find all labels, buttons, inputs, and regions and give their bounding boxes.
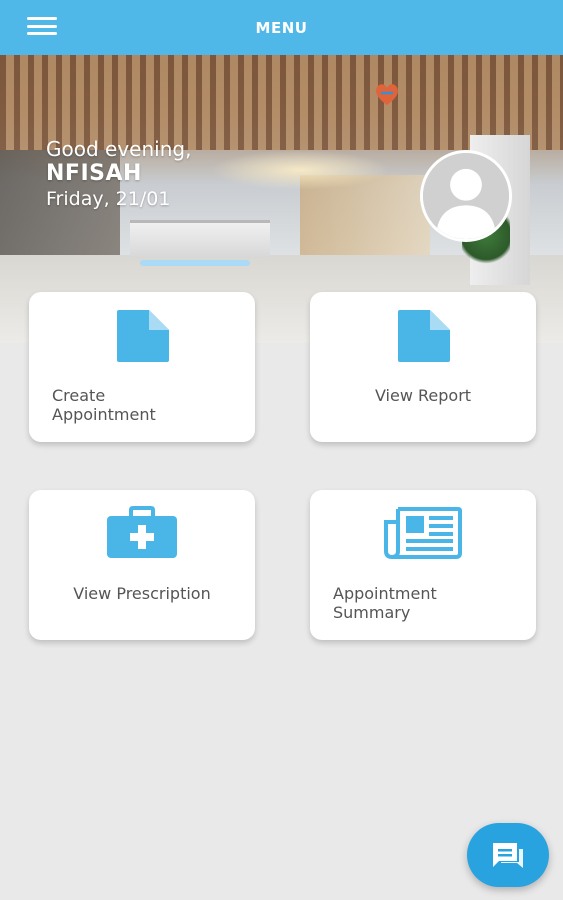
card-label: Create Appointment <box>52 386 156 424</box>
appointment-summary-card[interactable]: Appointment Summary <box>310 490 536 640</box>
document-icon <box>398 310 450 362</box>
chat-icon <box>493 843 523 868</box>
card-label: View Report <box>374 386 472 405</box>
top-bar: MENU <box>0 0 563 55</box>
medical-kit-icon <box>107 506 177 558</box>
menu-title: MENU <box>255 18 308 37</box>
user-name: NFISAH <box>46 161 142 186</box>
greeting-block: Good evening, NFISAH Friday, 21/01 <box>46 137 191 211</box>
user-avatar-icon[interactable] <box>420 150 512 242</box>
view-prescription-card[interactable]: View Prescription <box>29 490 255 640</box>
clinic-logo-icon <box>372 77 537 111</box>
card-label: Appointment Summary <box>333 584 437 622</box>
newspaper-icon <box>384 507 462 559</box>
greeting-text: Good evening, <box>46 137 192 161</box>
current-date: Friday, 21/01 <box>46 188 171 210</box>
card-label: View Prescription <box>73 584 211 603</box>
view-report-card[interactable]: View Report <box>310 292 536 442</box>
hamburger-icon[interactable] <box>27 15 57 37</box>
reception-desk <box>130 220 270 258</box>
document-icon <box>117 310 169 362</box>
chat-button[interactable] <box>467 823 549 887</box>
create-appointment-card[interactable]: Create Appointment <box>29 292 255 442</box>
